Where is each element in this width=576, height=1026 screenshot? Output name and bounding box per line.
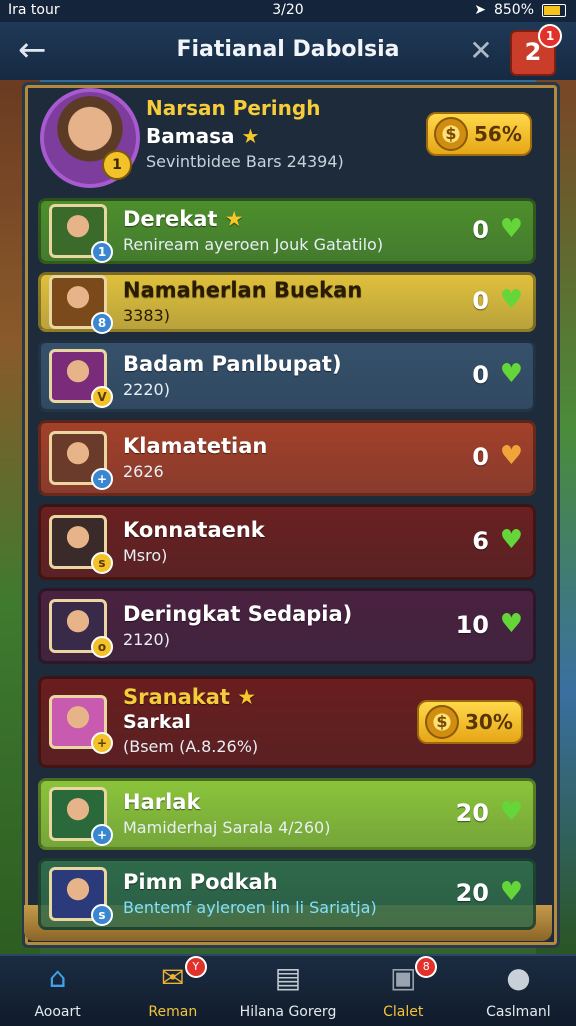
heart-icon[interactable]: ♥ [500, 441, 523, 471]
rank-badge: + [91, 468, 113, 490]
nav-item-reman[interactable]: ✉ Y Reman [115, 956, 230, 1026]
list-item[interactable]: + Klamatetian 2626 0 ♥ [38, 420, 536, 496]
player-name: Badam Panlbupat) [123, 352, 342, 376]
shop-icon: ▤ [274, 961, 302, 994]
player-score: 0 [472, 361, 489, 389]
coin-icon: $ [425, 705, 459, 739]
rank-badge: + [91, 732, 113, 754]
list-item[interactable]: 8 Namaherlan Buekan 3383) 0 ♥ [38, 272, 536, 334]
heart-icon[interactable]: ♥ [500, 525, 523, 555]
profile-subtitle: Bamasa ★ [146, 124, 259, 148]
nav-item-aooart[interactable]: ⌂ Aooart [0, 956, 115, 1026]
player-name: Deringkat Sedapia) [123, 602, 353, 626]
user-icon: ● [506, 961, 531, 994]
status-right: ➤ 850% [474, 2, 566, 18]
status-bar: Ira tour 3/20 ➤ 850% [0, 0, 576, 22]
nav-label: Hilana Gorerg [239, 1004, 337, 1020]
player-detail: Mamiderhaj Sarala 4/260) [123, 818, 331, 837]
player-score: 20 [455, 879, 489, 907]
rank-badge: o [91, 636, 113, 658]
nav-item-hilana-gorerg[interactable]: ▤ Hilana Gorerg [230, 956, 345, 1026]
coin-pill[interactable]: $30% [417, 700, 523, 744]
rank-badge: 8 [91, 312, 113, 334]
star-icon: ★ [237, 685, 257, 709]
rank-badge: + [91, 824, 113, 846]
notification-button[interactable]: 2 1 [510, 24, 562, 76]
coin-pill[interactable]: $ 56% [426, 112, 532, 156]
list-item[interactable]: s Konnataenk Msro) 6 ♥ [38, 504, 536, 580]
player-detail: Bentemf ayleroen lin li Sariatja) [123, 898, 377, 917]
player-detail: 2220) [123, 380, 170, 399]
player-detail: 2120) [123, 630, 170, 649]
list-item[interactable]: V Badam Panlbupat) 2220) 0 ♥ [38, 340, 536, 412]
home-icon: ⌂ [48, 961, 67, 994]
list-item[interactable]: o Deringkat Sedapia) 2120) 10 ♥ [38, 588, 536, 664]
player-score: 10 [455, 611, 489, 639]
rank-badge: 1 [91, 241, 113, 263]
nav-label: Caslmanl [486, 1004, 551, 1020]
player-score: 6 [472, 527, 489, 555]
player-name: Derekat ★ [123, 207, 244, 231]
nav-label: Clalet [383, 1004, 424, 1020]
star-icon: ★ [224, 207, 244, 231]
player-score: 0 [472, 216, 489, 244]
player-detail: (Bsem (A.8.26%) [123, 737, 259, 756]
nav-label: Aooart [34, 1004, 81, 1020]
player-title: Sarkal [123, 711, 191, 733]
player-name: Harlak [123, 790, 201, 814]
tools-button[interactable]: ✕ [464, 34, 498, 68]
list-item[interactable]: 1 Derekat ★ Reniream ayeroen Jouk Gatatilo… [38, 198, 536, 264]
coin-value: 56% [474, 122, 522, 146]
nav-badge: 8 [415, 956, 438, 978]
location-icon: ➤ [474, 2, 486, 18]
nav-label: Reman [148, 1004, 198, 1020]
heart-icon[interactable]: ♥ [500, 214, 523, 244]
heart-icon[interactable]: ♥ [500, 359, 523, 389]
profile-meta: Sevintbidee Bars 24394) [146, 152, 344, 171]
list-item[interactable]: + Harlak Mamiderhaj Sarala 4/260) 20 ♥ [38, 778, 536, 850]
player-name: Konnataenk [123, 518, 265, 542]
coin-icon: $ [434, 117, 468, 151]
crossed-swords-icon: ✕ [469, 34, 493, 67]
bottom-nav: ⌂ Aooart ✉ Y Reman ▤ Hilana Gorerg ▣ 8 Clalet ● Cas… [0, 954, 576, 1026]
player-name: Klamatetian [123, 434, 268, 458]
heart-icon[interactable]: ♥ [500, 285, 523, 315]
nav-item-clalet[interactable]: ▣ 8 Clalet [346, 956, 461, 1026]
player-name: Namaherlan Buekan [123, 278, 363, 302]
player-name: Sranakat ★ [123, 685, 257, 709]
player-detail: Reniream ayeroen Jouk Gatatilo) [123, 235, 384, 254]
battery-icon [542, 3, 566, 17]
list-item[interactable]: + Sranakat ★ Sarkal (Bsem (A.8.26%) $30% [38, 676, 536, 768]
header: ← Fiatianal Dabolsia ✕ 2 1 [0, 22, 576, 80]
player-score: 0 [472, 443, 489, 471]
heart-icon[interactable]: ♥ [500, 797, 523, 827]
player-score: 0 [472, 287, 489, 315]
list-item[interactable]: s Pimn Podkah Bentemf ayleroen lin li Sari… [38, 858, 536, 930]
notification-badge: 1 [538, 24, 562, 48]
battery-text: 850% [493, 2, 534, 18]
profile-name: Narsan Peringh [146, 96, 321, 120]
rank-badge: s [91, 552, 113, 574]
profile-subtitle-text: Bamasa [146, 124, 235, 148]
player-detail: 3383) [123, 306, 170, 325]
star-icon: ★ [241, 124, 260, 148]
player-score: 20 [455, 799, 489, 827]
heart-icon[interactable]: ♥ [500, 609, 523, 639]
player-detail: 2626 [123, 462, 164, 481]
coin-value: 30% [465, 710, 513, 734]
level-badge: 1 [102, 150, 132, 180]
rank-badge: V [91, 386, 113, 408]
player-detail: Msro) [123, 546, 168, 565]
profile-card[interactable]: 1 Narsan Peringh Bamasa ★ Sevintbidee Ba… [38, 88, 538, 188]
nav-item-caslmanl[interactable]: ● Caslmanl [461, 956, 576, 1026]
nav-badge: Y [184, 956, 207, 978]
rank-badge: s [91, 904, 113, 926]
heart-icon[interactable]: ♥ [500, 877, 523, 907]
player-name: Pimn Podkah [123, 870, 278, 894]
